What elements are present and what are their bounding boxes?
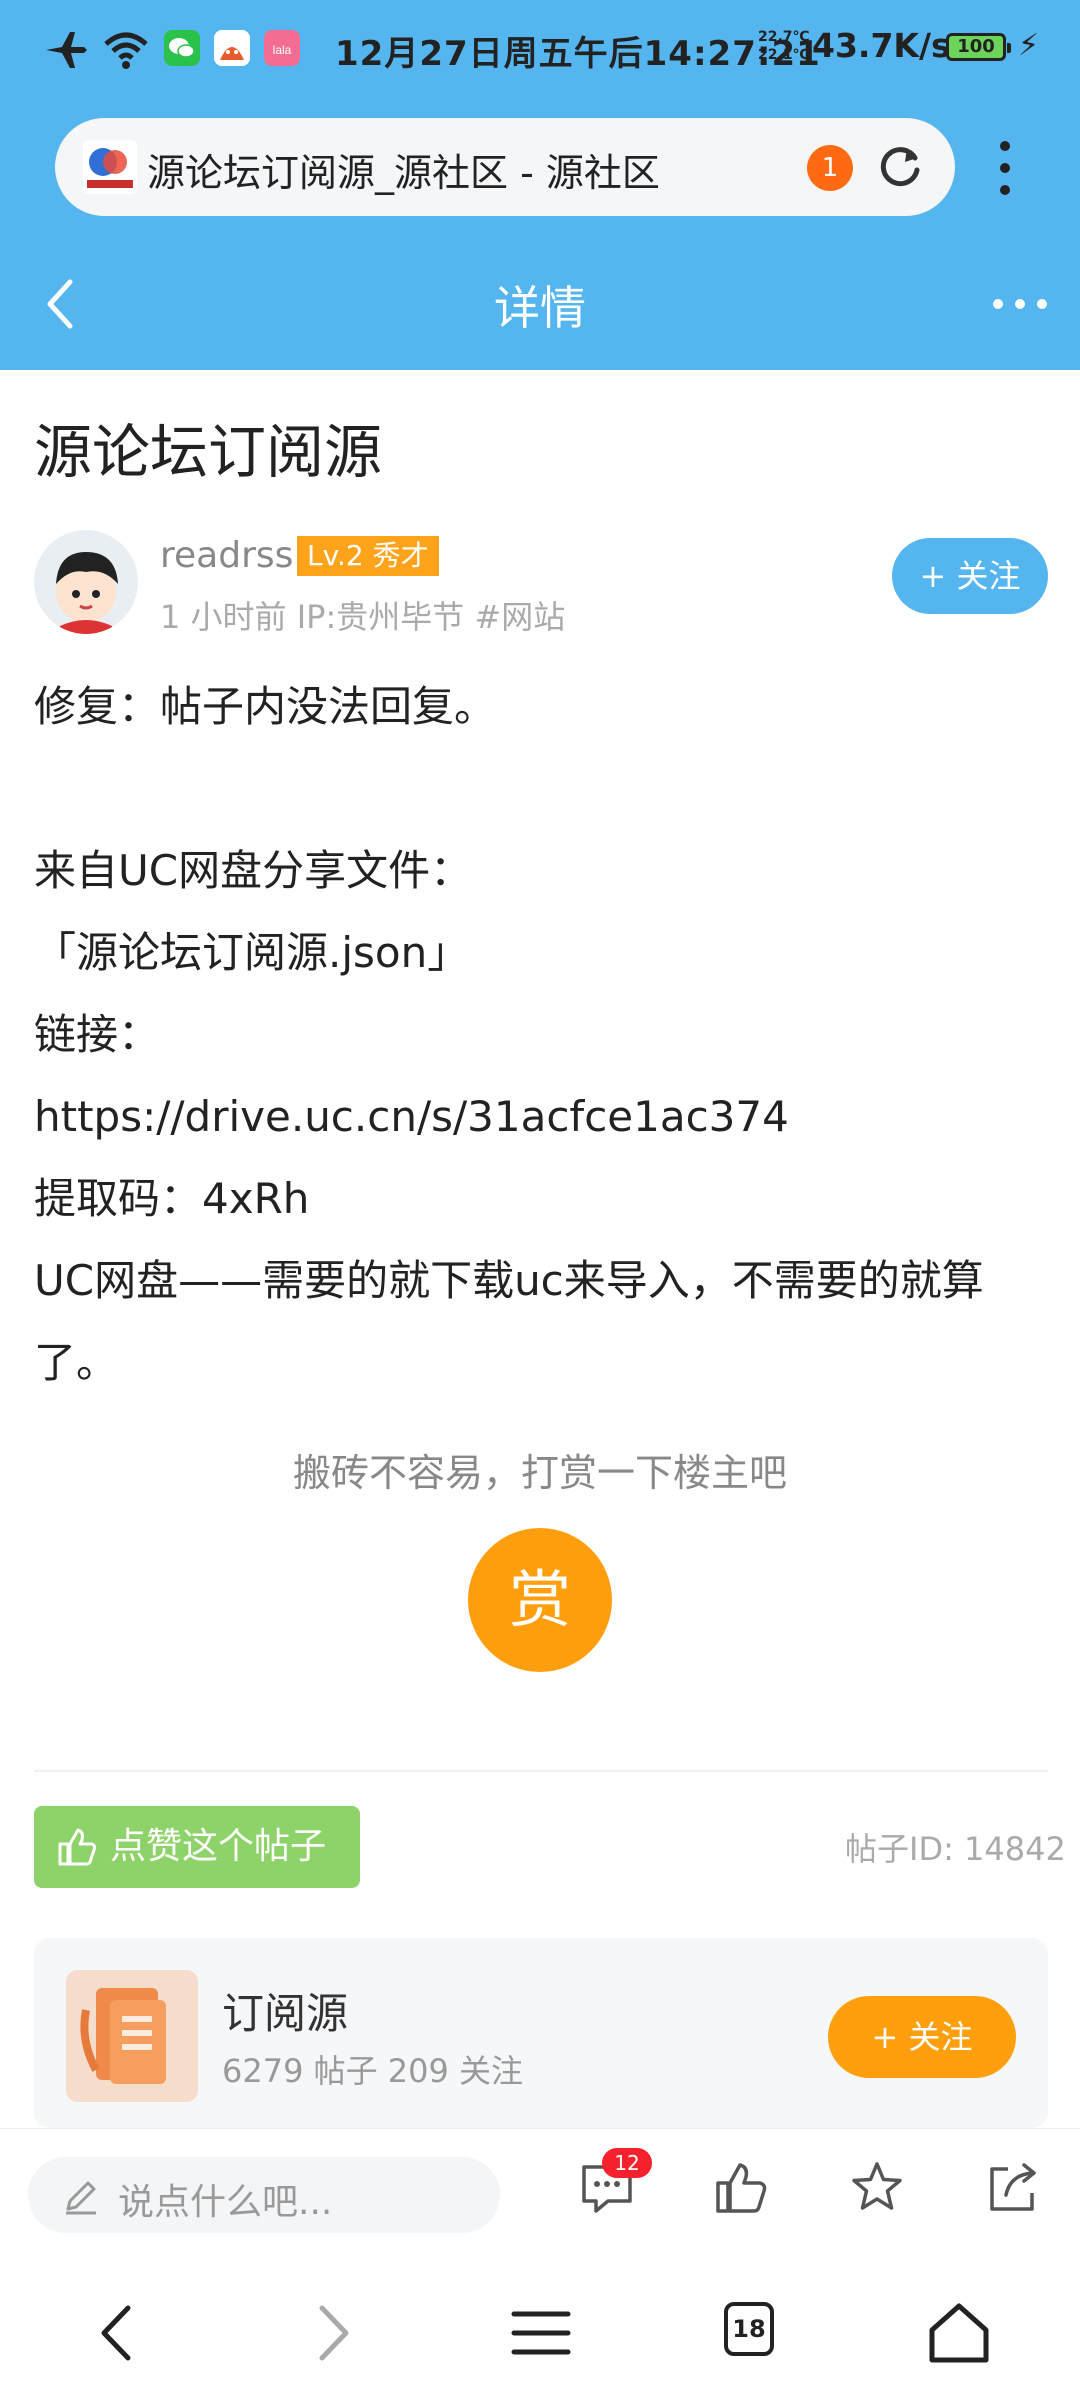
- post-line: 链接：: [34, 1010, 161, 1059]
- divider: [34, 1770, 1048, 1772]
- tabs-button[interactable]: 18: [724, 2302, 774, 2356]
- post-line: 来自UC网盘分享文件：: [34, 846, 473, 895]
- svg-text:lala: lala: [273, 43, 292, 57]
- comment-bar: 说点什么吧...: [0, 2128, 1080, 2268]
- post-line: 提取码：4xRh: [34, 1174, 310, 1223]
- more-vertical-icon[interactable]: [985, 138, 1025, 198]
- author-name[interactable]: readrss: [160, 535, 293, 576]
- post-line: 「源论坛订阅源.json」: [34, 928, 470, 977]
- battery-indicator: 100: [946, 33, 1011, 61]
- comment-input[interactable]: 说点什么吧...: [28, 2157, 500, 2233]
- level-badge: Lv.2 秀才: [297, 536, 439, 576]
- thumbs-up-icon: [58, 1828, 97, 1866]
- post-line: UC网盘——需要的就下载uc来导入，不需要的就算了。: [34, 1256, 984, 1387]
- notification-badge[interactable]: 1: [807, 145, 853, 191]
- app-icon: [214, 30, 250, 66]
- star-icon[interactable]: [848, 2159, 906, 2217]
- status-bar: lala 12月27日周五午后14:27:21 22.7℃ 22.1℃ 43.7…: [0, 0, 1080, 100]
- topic-stats: 6279 帖子 209 关注: [222, 2052, 524, 2090]
- wechat-icon: [164, 30, 200, 66]
- page-title[interactable]: 源论坛订阅源_源社区 - 源社区: [147, 142, 660, 197]
- lala-icon: lala: [264, 30, 300, 66]
- network-speed: 43.7K/s: [812, 26, 951, 65]
- reload-icon[interactable]: [873, 140, 927, 194]
- comment-count-badge: 12: [602, 2148, 652, 2178]
- wifi-icon: [104, 32, 148, 69]
- charging-icon: ⚡: [1018, 28, 1040, 63]
- status-time: 12月27日周五午后14:27:21: [335, 34, 821, 74]
- comment-placeholder: 说点什么吧...: [118, 2182, 333, 2223]
- post-title: 源论坛订阅源: [34, 418, 383, 486]
- browser-header: lala 12月27日周五午后14:27:21 22.7℃ 22.1℃ 43.7…: [0, 0, 1080, 370]
- status-temperature: 22.7℃ 22.1℃: [758, 28, 810, 64]
- address-bar[interactable]: 源论坛订阅源_源社区 - 源社区 1: [55, 118, 955, 216]
- site-logo-icon: [83, 140, 137, 194]
- browser-back-icon[interactable]: [84, 2298, 154, 2368]
- post-line: 修复：帖子内没法回复。: [34, 682, 497, 731]
- reward-button[interactable]: 赏: [468, 1528, 612, 1672]
- navbar-title: 详情: [494, 281, 586, 335]
- like-post-label: 点赞这个帖子: [110, 1826, 327, 1867]
- home-icon[interactable]: [924, 2298, 994, 2368]
- system-nav-bar: [0, 2268, 1080, 2400]
- menu-icon[interactable]: [506, 2298, 576, 2368]
- follow-topic-button[interactable]: + 关注: [828, 1996, 1016, 2078]
- topic-thumbnail: [66, 1970, 198, 2102]
- like-post-button[interactable]: 点赞这个帖子: [34, 1806, 360, 1888]
- like-icon[interactable]: [712, 2159, 770, 2217]
- topic-name[interactable]: 订阅源: [222, 1980, 348, 2041]
- share-link[interactable]: https://drive.uc.cn/s/31acfce1ac374: [34, 1076, 1044, 1158]
- page-navbar: 详情: [0, 250, 1080, 360]
- browser-forward-icon[interactable]: [296, 2298, 366, 2368]
- temp-low: 22.1℃: [758, 47, 810, 63]
- post-meta: 1 小时前 IP:贵州毕节 #网站: [160, 598, 566, 636]
- post-id: 帖子ID: 14842: [845, 1830, 1066, 1868]
- follow-author-button[interactable]: + 关注: [892, 538, 1048, 614]
- avatar[interactable]: [34, 530, 138, 634]
- share-icon[interactable]: [984, 2159, 1042, 2217]
- topic-card[interactable]: 订阅源 6279 帖子 209 关注 + 关注: [34, 1938, 1048, 2128]
- airplane-icon: [46, 32, 87, 68]
- reward-tip: 搬砖不容易，打赏一下楼主吧: [292, 1451, 787, 1495]
- temp-high: 22.7℃: [758, 29, 810, 45]
- more-horizontal-icon[interactable]: [990, 294, 1050, 314]
- pencil-icon: [66, 2181, 96, 2215]
